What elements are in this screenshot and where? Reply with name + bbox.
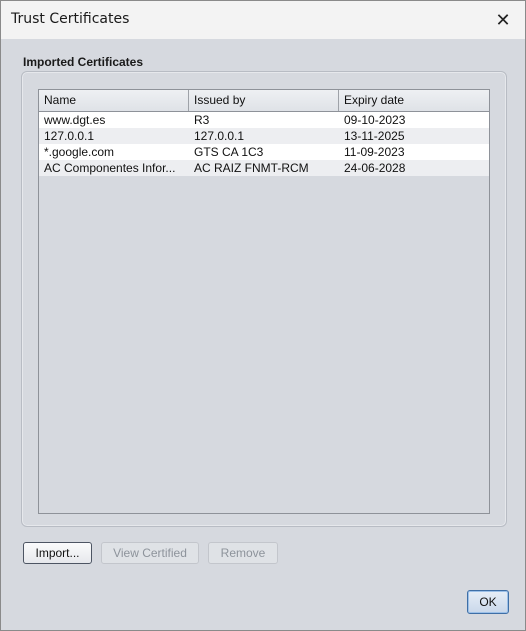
- remove-button[interactable]: Remove: [208, 542, 278, 564]
- window-title: Trust Certificates: [11, 11, 130, 27]
- cell-name: www.dgt.es: [44, 113, 106, 127]
- column-header-name[interactable]: Name: [39, 90, 189, 111]
- cell-issued-by: AC RAIZ FNMT-RCM: [194, 161, 309, 175]
- cell-expiry-date: 11-09-2023: [344, 145, 405, 159]
- table-row[interactable]: 127.0.0.1 127.0.0.1 13-11-2025: [39, 128, 489, 144]
- cell-name: AC Componentes Infor...: [44, 161, 176, 175]
- column-header-issued-by[interactable]: Issued by: [189, 90, 339, 111]
- section-label: Imported Certificates: [23, 55, 144, 69]
- trust-certificates-dialog: Trust Certificates ✕ Imported Certificat…: [0, 0, 526, 631]
- table-row[interactable]: *.google.com GTS CA 1C3 11-09-2023: [39, 144, 489, 160]
- table-body: www.dgt.es R3 09-10-2023 127.0.0.1 127.0…: [39, 112, 489, 176]
- table-row[interactable]: www.dgt.es R3 09-10-2023: [39, 112, 489, 128]
- import-button[interactable]: Import...: [23, 542, 92, 564]
- table-header: Name Issued by Expiry date: [39, 90, 489, 112]
- certificates-table: Name Issued by Expiry date www.dgt.es R3…: [38, 89, 490, 514]
- cell-name: *.google.com: [44, 145, 115, 159]
- cell-expiry-date: 24-06-2028: [344, 161, 406, 175]
- title-bar: Trust Certificates ✕: [1, 1, 525, 39]
- cell-issued-by: 127.0.0.1: [194, 129, 245, 143]
- view-certified-button[interactable]: View Certified: [101, 542, 199, 564]
- table-row[interactable]: AC Componentes Infor... AC RAIZ FNMT-RCM…: [39, 160, 489, 176]
- cell-issued-by: R3: [194, 113, 210, 127]
- cell-expiry-date: 13-11-2025: [344, 129, 405, 143]
- cell-name: 127.0.0.1: [44, 129, 95, 143]
- column-header-expiry-date[interactable]: Expiry date: [339, 90, 489, 111]
- cell-expiry-date: 09-10-2023: [344, 113, 406, 127]
- ok-button[interactable]: OK: [467, 590, 509, 614]
- close-icon[interactable]: ✕: [489, 7, 517, 33]
- cell-issued-by: GTS CA 1C3: [194, 145, 264, 159]
